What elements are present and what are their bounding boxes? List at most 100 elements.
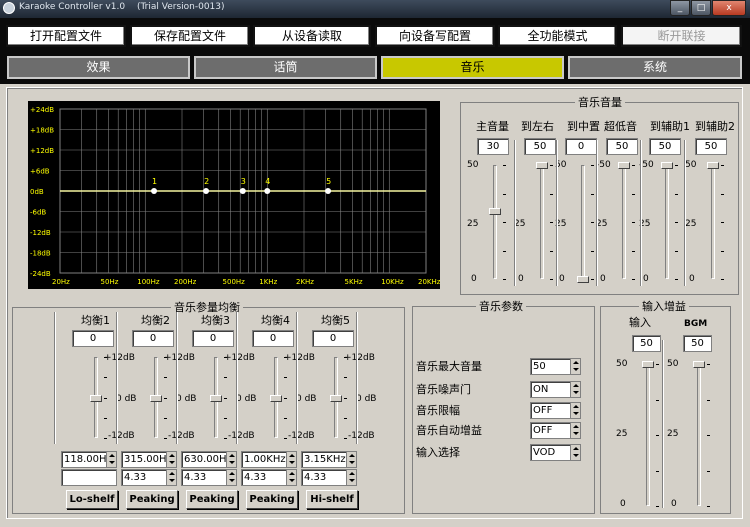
params.rows.2-value[interactable]: OFF	[530, 402, 581, 419]
eq.bands.3-value[interactable]: 0	[252, 330, 294, 347]
app-icon	[3, 2, 15, 14]
eq-fader-1-thumb[interactable]	[150, 394, 162, 402]
music-volume-fader-2-thumb[interactable]	[577, 276, 589, 283]
gain-fader-0-tick	[656, 470, 659, 472]
music-volume-fader-3-thumb[interactable]	[618, 162, 630, 169]
eq-point-4	[264, 188, 271, 194]
gain-fader-0-tick	[656, 399, 659, 401]
gain.channels.1-value[interactable]: 50	[683, 335, 712, 352]
music_volume-channels-3-label: 超低音	[604, 120, 637, 133]
eq.bands.4-value[interactable]: 0	[312, 330, 354, 347]
full-mode-button[interactable]: 全功能模式	[498, 25, 617, 47]
eq.bands.2-mid: 0 dB	[236, 394, 257, 404]
graph-x-label: 5KHz	[345, 278, 363, 286]
eq-fader-3-thumb[interactable]	[270, 394, 282, 402]
tab-music[interactable]: 音乐	[381, 56, 564, 79]
graph-x-label: 1KHz	[259, 278, 277, 286]
eq-fader-2-thumb[interactable]	[210, 394, 222, 402]
eq.bands.1-type-button[interactable]: Peaking	[126, 490, 178, 509]
eq.bands.4-freq[interactable]: 3.15KHz	[301, 451, 357, 468]
eq.bands.2-bot: -12dB	[228, 431, 255, 441]
music-volume-fader-0-thumb[interactable]	[489, 207, 501, 215]
eq-fader-1-tick	[164, 417, 167, 419]
eq.bands.1-q[interactable]: 4.33	[121, 469, 177, 486]
gain-fader-1-thumb[interactable]	[693, 361, 705, 368]
graph-x-label: 500Hz	[223, 278, 246, 286]
gain-fader-0-thumb[interactable]	[642, 361, 654, 368]
music-volume-fader-5-thumb[interactable]	[707, 162, 719, 169]
music_volume-channels-0-label: 主音量	[476, 120, 509, 133]
eq.bands.4-top: +12dB	[344, 353, 375, 363]
music_volume.channels.5-bot: 0	[689, 274, 695, 284]
eq.bands.2-value[interactable]: 0	[192, 330, 234, 347]
eq.bands.4-type-button[interactable]: Hi-shelf	[306, 490, 358, 509]
eq.bands.0-value[interactable]: 0	[72, 330, 114, 347]
eq.bands.3-q[interactable]: 4.33	[241, 469, 297, 486]
music-volume-fader-4-thumb[interactable]	[661, 162, 673, 169]
eq.bands.0-freq[interactable]: 118.00H	[61, 451, 117, 468]
music-volume-fader-4-tick	[675, 222, 678, 223]
params.rows.3-value[interactable]: OFF	[530, 422, 581, 439]
eq.bands.2-q[interactable]: 4.33	[181, 469, 237, 486]
eq-fader-1-tick	[164, 397, 167, 399]
music_volume.channels.0-bot: 0	[471, 274, 477, 284]
music-volume-fader-1-tick	[550, 279, 553, 280]
params.rows.0-value[interactable]: 50	[530, 358, 581, 375]
gain.channels.0-value[interactable]: 50	[632, 335, 661, 352]
params.rows.1-value[interactable]: ON	[530, 381, 581, 398]
eq.bands.0-bot: -12dB	[108, 431, 135, 441]
tab-microphone[interactable]: 话筒	[194, 56, 377, 79]
music_volume-channels-2-value[interactable]: 0	[565, 138, 597, 155]
eq.bands.1-freq[interactable]: 315.00H	[121, 451, 177, 468]
minimize-button[interactable]: _	[670, 0, 690, 16]
music_volume.channels.3-bot: 0	[600, 274, 606, 284]
graph-x-label: 10KHz	[381, 278, 404, 286]
eq.bands.0-type-button[interactable]: Lo-shelf	[66, 490, 118, 509]
eq-point-label: 1	[152, 177, 157, 186]
eq.bands.2-type-button[interactable]: Peaking	[186, 490, 238, 509]
write-device-button[interactable]: 向设备写配置	[375, 25, 495, 47]
eq-graph: +24dB +18dB +12dB +6dB 0dB -6dB -12dB -18dB -24d…	[28, 101, 441, 289]
eq-fader-0-thumb[interactable]	[90, 394, 102, 402]
read-device-button[interactable]: 从设备读取	[253, 25, 371, 47]
gain.channels.0-bot: 0	[620, 499, 626, 509]
graph-y-label: +6dB	[30, 168, 50, 176]
music_volume-channels-0-value[interactable]: 30	[477, 138, 509, 155]
eq-fader-4-thumb[interactable]	[330, 394, 342, 402]
eq.bands.3-type-button[interactable]: Peaking	[246, 490, 298, 509]
eq.bands.1-value[interactable]: 0	[132, 330, 174, 347]
params.rows.4-value[interactable]: VOD	[530, 444, 581, 461]
gain-fader-1-tick	[707, 506, 710, 507]
music_volume-channels-4-value[interactable]: 50	[649, 138, 681, 155]
gain-fader-0-tick	[656, 364, 659, 365]
music-volume-fader-1-thumb[interactable]	[536, 162, 548, 169]
eq.bands.4-q[interactable]: 4.33	[301, 469, 357, 486]
eq.bands.2-freq[interactable]: 630.00H	[181, 451, 237, 468]
gain-fader-1-tick	[707, 435, 710, 436]
tab-effects[interactable]: 效果	[7, 56, 190, 79]
music_volume-channels-1-value[interactable]: 50	[524, 138, 556, 155]
close-button[interactable]: x	[712, 0, 746, 16]
maximize-button[interactable]: □	[691, 0, 711, 16]
graph-x-label: 50Hz	[101, 278, 119, 286]
eq-fader-4-tick	[344, 438, 347, 439]
params.rows.1-label: 音乐噪声门	[416, 383, 471, 396]
music_volume-channels-3-value[interactable]: 50	[606, 138, 638, 155]
eq.bands.3-freq[interactable]: 1.00KHz	[241, 451, 297, 468]
music_volume-channels-5-value[interactable]: 50	[695, 138, 727, 155]
graph-x-label: 20KHz	[418, 278, 440, 286]
tab-system[interactable]: 系统	[568, 56, 742, 79]
eq-point-5	[325, 188, 332, 194]
gain.channels.0-label: 输入	[629, 316, 651, 329]
music-volume-divider	[514, 140, 516, 286]
disconnect-button[interactable]: 断开联接	[621, 25, 742, 47]
gain.channels.0-mid: 25	[616, 429, 628, 439]
save-config-button[interactable]: 保存配置文件	[130, 25, 250, 47]
music-volume-fader-2-tick	[591, 165, 594, 166]
music-volume-fader-5-track	[711, 165, 715, 279]
open-config-button[interactable]: 打开配置文件	[6, 25, 126, 47]
gain.channels.0-top: 50	[616, 359, 628, 369]
music-volume-fader-1-tick	[550, 222, 553, 223]
eq.bands.3-top: +12dB	[284, 353, 315, 363]
music-volume-fader-0-tick	[503, 250, 506, 252]
